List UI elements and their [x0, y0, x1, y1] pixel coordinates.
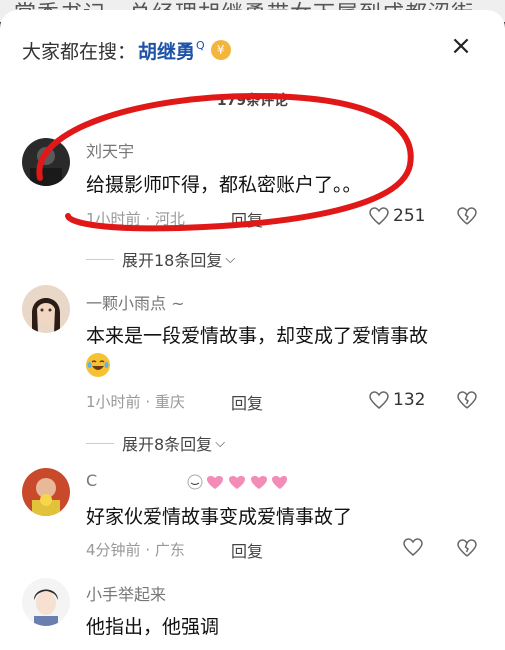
- comment-author[interactable]: C: [86, 471, 287, 490]
- comment-time: 1小时前: [86, 393, 141, 411]
- dislike-button[interactable]: [457, 391, 477, 413]
- search-prefix: 大家都在搜：: [22, 40, 137, 63]
- comment-meta: 1小时前 · 河北: [86, 208, 185, 229]
- expand-divider: [86, 258, 114, 260]
- hot-coin-icon: ¥: [210, 40, 231, 60]
- heart-icon: [403, 538, 423, 556]
- comment-count: 179条评论: [216, 93, 289, 109]
- expand-label: 展开18条回复: [122, 251, 223, 270]
- heart-icon: [369, 207, 389, 225]
- avatar[interactable]: [22, 285, 70, 333]
- expand-replies[interactable]: 展开8条回复 ⌵: [86, 431, 225, 455]
- like-count: 132: [393, 390, 426, 410]
- meta-dot: ·: [145, 393, 151, 411]
- meta-dot: ·: [145, 541, 151, 559]
- chevron-down-icon: ⌵: [215, 435, 226, 451]
- reply-button[interactable]: 回复: [231, 207, 263, 231]
- like-button[interactable]: [403, 538, 427, 556]
- meta-dot: ·: [145, 210, 151, 228]
- comment-location: 河北: [154, 210, 185, 228]
- comment-text: 本来是一段爱情故事，却变成了爱情事故: [86, 325, 429, 347]
- heart-icon: [369, 391, 389, 409]
- avatar[interactable]: [22, 468, 70, 516]
- dislike-button[interactable]: [457, 539, 477, 561]
- comment-author[interactable]: 刘天宇: [86, 138, 134, 162]
- search-mini-icon: Q: [196, 38, 205, 52]
- comment-meta: 4分钟前 · 广东: [86, 539, 185, 560]
- comment-text: 好家伙爱情故事变成爱情事故了: [86, 506, 353, 528]
- comment-meta: 1小时前 · 重庆: [86, 391, 185, 412]
- expand-replies[interactable]: 展开18条回复 ⌵: [86, 247, 235, 271]
- comment-text: 他指出，他强调: [86, 616, 220, 638]
- broken-heart-icon: [457, 539, 477, 557]
- like-count: 251: [393, 206, 426, 226]
- laughing-crying-emoji-icon: [86, 353, 110, 377]
- comment-location: 重庆: [154, 393, 185, 411]
- avatar[interactable]: [22, 578, 70, 626]
- reply-button[interactable]: 回复: [231, 390, 263, 414]
- expand-divider: [86, 442, 114, 444]
- comment-location: 广东: [154, 541, 185, 559]
- broken-heart-icon: [457, 391, 477, 409]
- comment-author[interactable]: 一颗小雨点 ~: [86, 290, 185, 314]
- reply-button[interactable]: 回复: [231, 538, 263, 562]
- comment-sheet: 大家都在搜： 胡继勇 Q ¥ × 179条评论 刘天宇 给摄影师吓得，都私密账户…: [0, 10, 505, 650]
- search-term-link[interactable]: 胡继勇: [138, 37, 195, 64]
- comment-time: 1小时前: [86, 210, 141, 228]
- chevron-down-icon: ⌵: [225, 251, 236, 267]
- comment-time: 4分钟前: [86, 541, 141, 559]
- dislike-button[interactable]: [457, 207, 477, 229]
- author-name: C: [86, 471, 98, 490]
- expand-label: 展开8条回复: [122, 435, 213, 454]
- close-button[interactable]: ×: [445, 30, 477, 62]
- like-button[interactable]: 132: [369, 390, 425, 410]
- avatar[interactable]: [22, 138, 70, 186]
- hearts-decoration-icon: [187, 471, 287, 493]
- broken-heart-icon: [457, 207, 477, 225]
- search-suggestion[interactable]: 大家都在搜： 胡继勇 Q ¥: [22, 36, 231, 64]
- comment-author[interactable]: 小手举起来: [86, 581, 166, 605]
- like-button[interactable]: 251: [369, 206, 425, 226]
- comment-text: 给摄影师吓得，都私密账户了。。: [86, 174, 362, 196]
